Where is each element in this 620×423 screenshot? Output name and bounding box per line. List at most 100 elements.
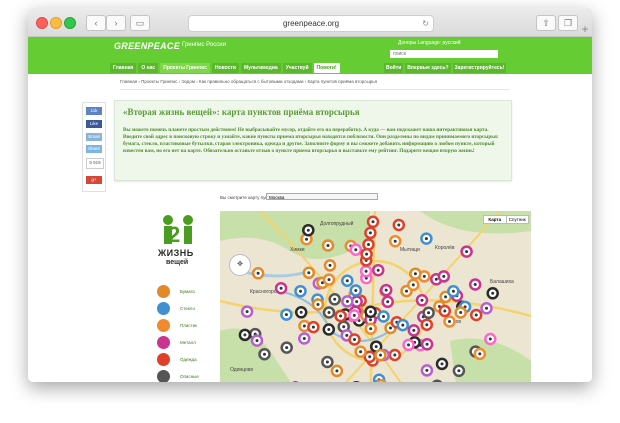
map-type-map[interactable]: Карта xyxy=(484,216,507,223)
nav-home[interactable]: Главная xyxy=(110,63,137,73)
address-bar[interactable]: greenpeace.org ↻ xyxy=(188,15,434,32)
map-pin-center xyxy=(302,337,306,340)
first-time-link[interactable]: Впервые здесь? xyxy=(405,63,451,73)
intro-text: Вы можете помочь планете простым действи… xyxy=(123,127,499,154)
map-pin-center xyxy=(316,303,320,306)
web-page: GREENPEACE Гринпис России Доноры Languag… xyxy=(28,37,592,382)
minimize-window-button[interactable] xyxy=(50,17,62,29)
map-pin-center xyxy=(424,237,428,241)
map-canvas[interactable]: Долгопрудный Мытищи Королёв Балашиха Химки Кр… xyxy=(220,211,531,382)
map-pin-center xyxy=(401,323,405,327)
map-pin-center xyxy=(367,243,370,246)
map-pin-center xyxy=(353,338,356,341)
second-life-logo: 2 ЖИЗНЬ вещей xyxy=(158,212,200,272)
country-label[interactable]: Гринпис России xyxy=(182,42,226,48)
map-pin-center xyxy=(364,269,368,273)
map-pin-center xyxy=(369,310,373,314)
reload-icon[interactable]: ↻ xyxy=(422,16,429,31)
share-browser-button[interactable]: ⇧ xyxy=(536,15,556,31)
nav-multimedia[interactable]: Мультимедиа xyxy=(240,63,281,73)
like-count-button[interactable]: 11k xyxy=(86,107,102,115)
url-text: greenpeace.org xyxy=(282,19,340,28)
breadcrumb[interactable]: Главная › Проекты Гринпис › Ээдом › Как … xyxy=(120,79,377,84)
map-pin-center xyxy=(307,271,311,275)
browser-window: ‹ › ▭ greenpeace.org ↻ ⇧ ❐ + GREENPEACE … xyxy=(28,8,592,382)
email-share-button[interactable]: Email xyxy=(86,133,102,141)
map-pin-center xyxy=(355,300,359,304)
map-pin-center xyxy=(374,345,378,349)
nav-help[interactable]: Помоги! xyxy=(313,63,340,73)
paper-icon xyxy=(157,285,170,298)
map-pin-center xyxy=(459,311,463,314)
map-type-satellite[interactable]: Спутник xyxy=(507,216,529,223)
new-tab-icon[interactable]: + xyxy=(578,22,592,36)
map-pin-center xyxy=(393,353,397,357)
map-pin-center xyxy=(256,271,260,275)
map-pin-center xyxy=(448,320,451,323)
metal-icon xyxy=(157,336,170,349)
legend-glass[interactable]: Стекло xyxy=(157,302,217,316)
map-pin-center xyxy=(369,327,373,331)
sidebar-icon: ▭ xyxy=(135,18,145,28)
map-pin-center xyxy=(443,309,447,313)
map-pin-center xyxy=(379,353,382,357)
map-pin-icon[interactable] xyxy=(375,378,387,382)
site-search-input[interactable] xyxy=(390,50,498,58)
map-pin-center xyxy=(422,274,426,278)
back-button[interactable]: ‹ xyxy=(86,15,106,31)
google-plus-button[interactable]: g+ xyxy=(86,176,102,184)
map-pin-center xyxy=(345,279,349,283)
facebook-like-button[interactable]: Like xyxy=(86,120,102,128)
legend-plastic[interactable]: Пластик xyxy=(157,319,217,333)
map-pin-center xyxy=(384,288,388,292)
map-pin-center xyxy=(243,333,247,337)
top-links[interactable]: Доноры Language: русский xyxy=(398,40,461,46)
map-pin-center xyxy=(354,289,358,292)
legend-clothes[interactable]: Одежда xyxy=(157,353,217,367)
legend-hazardous[interactable]: Опасные xyxy=(157,370,217,382)
greenpeace-logo[interactable]: GREENPEACE xyxy=(114,41,180,51)
share-icon: ⇧ xyxy=(542,18,550,28)
map-pin-center xyxy=(365,252,369,256)
map-place-label: Красногорск xyxy=(250,289,279,295)
map-pin-icon[interactable] xyxy=(432,379,443,382)
forward-button[interactable]: › xyxy=(106,15,126,31)
map-pin-center xyxy=(359,350,363,354)
legend-metal[interactable]: Металл xyxy=(157,336,217,350)
close-window-button[interactable] xyxy=(36,17,48,29)
nav-participate[interactable]: Участвуй xyxy=(282,63,312,73)
legend-paper[interactable]: Бумага xyxy=(157,285,217,299)
map-pin-center xyxy=(339,314,343,318)
tabs-button[interactable]: ❐ xyxy=(558,15,578,31)
map-pin-center xyxy=(389,326,392,330)
map-pin-center xyxy=(425,323,429,327)
nav-projects[interactable]: Проекты Гринпис xyxy=(160,63,210,73)
chevron-right-icon: › xyxy=(114,18,118,28)
zoom-window-button[interactable] xyxy=(64,17,76,29)
map-pin-center xyxy=(306,228,310,232)
main-nav: Главная О нас Проекты Гринпис Новости Му… xyxy=(110,63,340,73)
city-select[interactable]: Москва xyxy=(266,193,378,200)
recycling-map[interactable]: Долгопрудный Мытищи Королёв Балашиха Химки Кр… xyxy=(220,211,531,382)
map-pin-center xyxy=(397,223,401,227)
map-pin-center xyxy=(405,289,408,293)
register-link[interactable]: Зарегистрируйтесь! xyxy=(452,63,507,73)
share-button[interactable]: Share xyxy=(86,145,102,153)
map-pin-center xyxy=(393,239,397,243)
map-place-label: Одинцово xyxy=(230,367,253,373)
sidebar-button[interactable]: ▭ xyxy=(130,15,150,31)
map-pin-center xyxy=(245,310,249,314)
map-pin-center xyxy=(420,298,424,302)
nav-about[interactable]: О нас xyxy=(138,63,159,73)
map-pin-center xyxy=(413,272,417,276)
map-pin-center xyxy=(285,346,289,350)
map-type-toggle: Карта Спутник xyxy=(483,215,529,224)
login-link[interactable]: Войти xyxy=(384,63,404,73)
nav-news[interactable]: Новости xyxy=(211,63,239,73)
map-pan-control[interactable]: ✥ xyxy=(229,254,251,276)
map-pin-center xyxy=(444,295,448,299)
map-place-label: Балашиха xyxy=(490,279,514,285)
map-pin-center xyxy=(335,369,339,373)
site-header: GREENPEACE Гринпис России Доноры Languag… xyxy=(28,37,592,74)
glass-icon xyxy=(157,302,170,315)
